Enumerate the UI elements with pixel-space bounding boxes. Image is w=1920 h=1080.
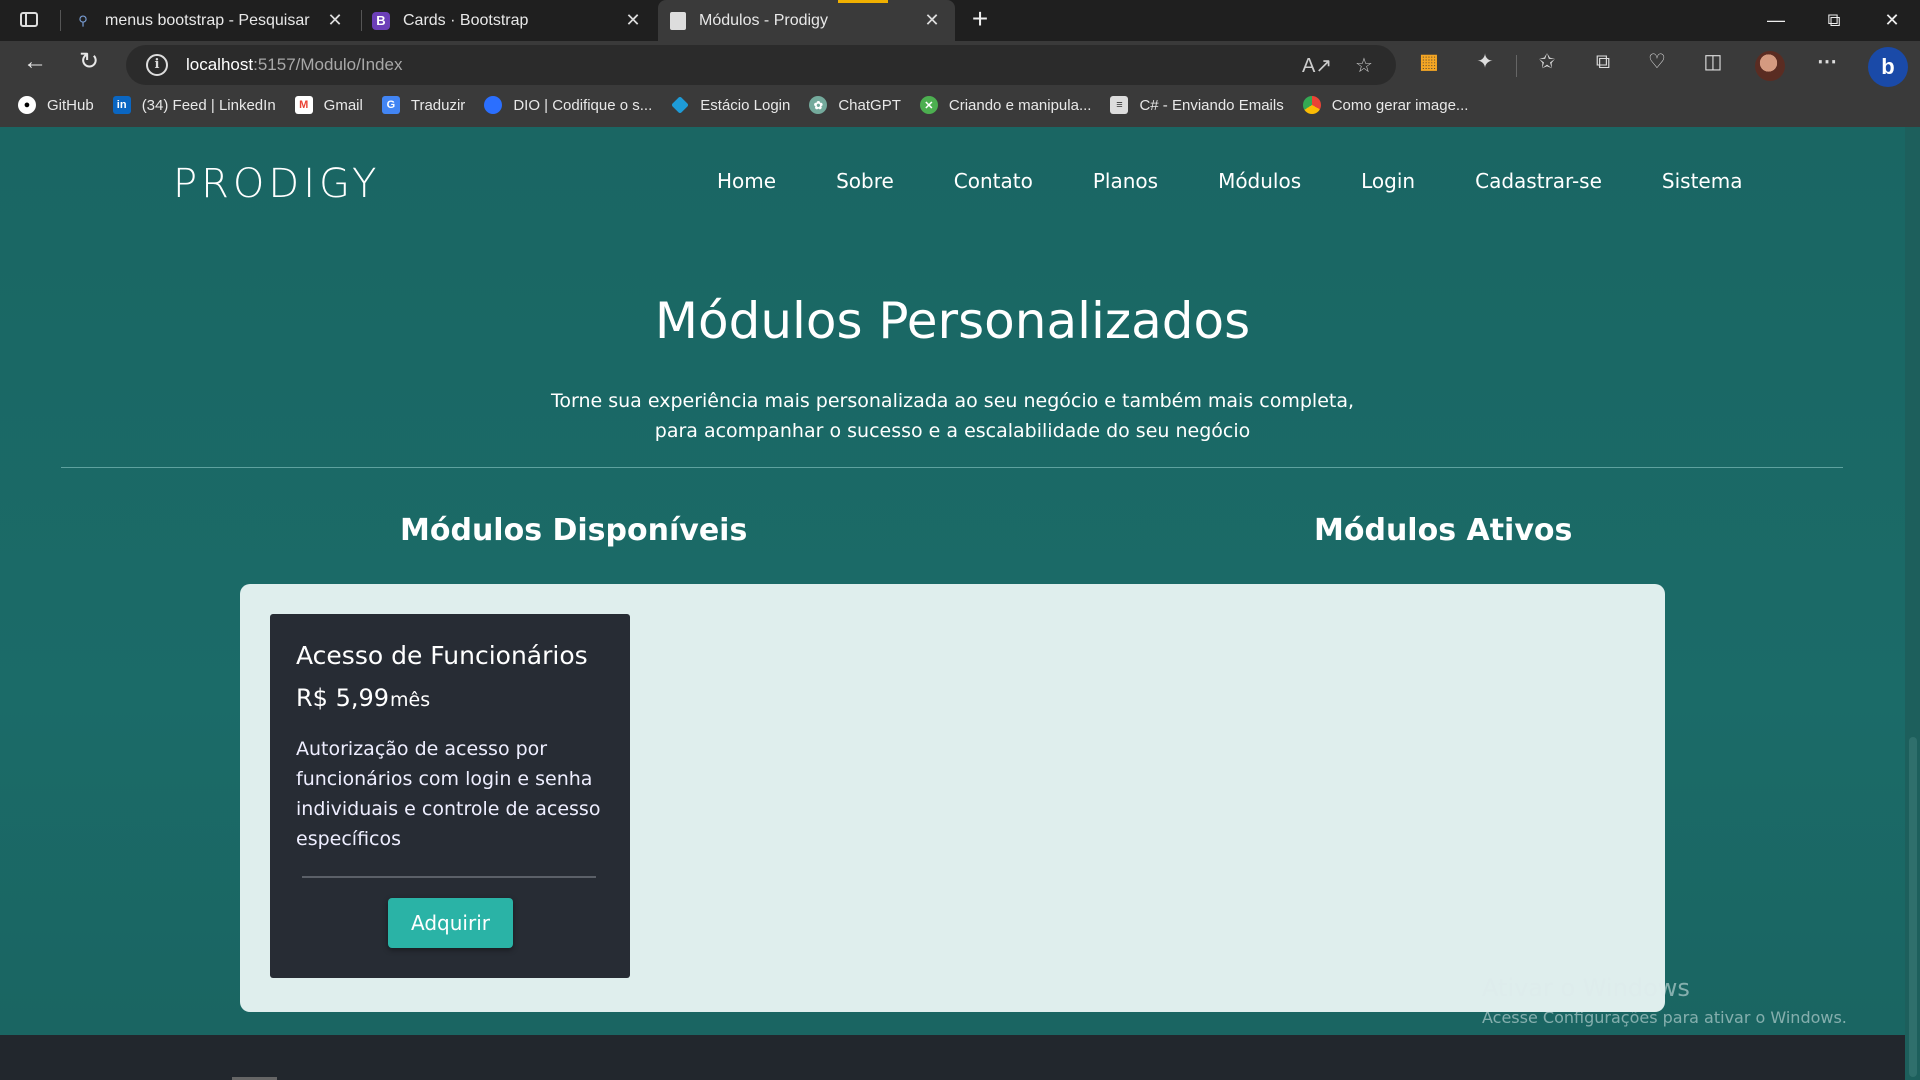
card-divider	[302, 876, 596, 878]
close-window-button[interactable]: ✕	[1872, 6, 1912, 34]
bootstrap-icon: B	[372, 11, 390, 30]
url-text[interactable]: localhost:5157/Modulo/Index	[186, 55, 402, 75]
back-button[interactable]: ←	[18, 45, 52, 79]
nav-sistema[interactable]: Sistema	[1662, 169, 1743, 193]
github-icon: ●	[18, 96, 36, 114]
available-modules-title: Módulos Disponíveis	[400, 513, 748, 548]
tab-separator	[60, 10, 61, 31]
page-scrollbar[interactable]	[1905, 127, 1920, 1080]
minimize-button[interactable]: —	[1756, 6, 1796, 34]
favorite-star-icon[interactable]: ☆	[1352, 54, 1376, 78]
active-modules-title: Módulos Ativos	[1314, 513, 1573, 548]
dio-icon	[484, 96, 503, 114]
nav-sobre[interactable]: Sobre	[836, 169, 894, 193]
tab-search[interactable]: ⚲ menus bootstrap - Pesquisar ✕	[74, 0, 358, 41]
page-subtitle: Torne sua experiência mais personalizada…	[550, 390, 1355, 442]
site-logo[interactable]: PRODIGY	[173, 161, 380, 207]
translate-icon: G	[381, 96, 400, 114]
page-icon	[670, 11, 686, 30]
favorites-icon[interactable]: ✩	[1532, 47, 1562, 77]
tab-accent	[838, 0, 888, 3]
collections-icon[interactable]: ⧉	[1588, 47, 1618, 77]
nav-contato[interactable]: Contato	[954, 169, 1033, 193]
bookmark-linkedin[interactable]: in (34) Feed | LinkedIn	[112, 96, 276, 114]
page-content: PRODIGY Home Sobre Contato Planos Módulo…	[0, 127, 1905, 1080]
close-icon[interactable]: ✕	[923, 11, 941, 29]
module-card-title: Acesso de Funcionários	[296, 641, 588, 670]
divider	[61, 467, 1843, 468]
nav-modulos[interactable]: Módulos	[1218, 169, 1301, 193]
tab-modulos[interactable]: Módulos - Prodigy ✕	[658, 0, 955, 41]
estacio-icon	[671, 96, 690, 114]
bookmark-criando[interactable]: ✕ Criando e manipula...	[919, 96, 1091, 114]
address-bar[interactable]: i localhost:5157/Modulo/Index A↗ ☆	[126, 45, 1396, 85]
site-info-icon[interactable]: i	[146, 54, 168, 76]
new-tab-button[interactable]: +	[966, 5, 994, 34]
chrome-icon	[1302, 96, 1321, 114]
bookmark-traduzir[interactable]: G Traduzir	[381, 96, 465, 114]
chatgpt-icon: ✿	[809, 96, 828, 114]
extensions-puzzle-icon[interactable]: ✦	[1470, 47, 1500, 77]
avatar[interactable]	[1755, 51, 1785, 81]
nav-login[interactable]: Login	[1361, 169, 1415, 193]
close-icon[interactable]: ✕	[326, 11, 344, 29]
tab-bootstrap[interactable]: B Cards · Bootstrap ✕	[372, 0, 656, 41]
browser-essentials-icon[interactable]: ♡	[1642, 47, 1672, 77]
main-nav: Home Sobre Contato Planos Módulos Login …	[717, 169, 1802, 193]
bookmark-chatgpt[interactable]: ✿ ChatGPT	[809, 96, 901, 114]
bookmark-estacio[interactable]: Estácio Login	[671, 96, 790, 114]
copilot-icon[interactable]: b	[1868, 47, 1908, 87]
search-icon: ⚲	[78, 12, 88, 28]
scrollbar-thumb[interactable]	[1909, 737, 1917, 1077]
linkedin-icon: in	[112, 96, 131, 114]
nav-home[interactable]: Home	[717, 169, 776, 193]
bookmark-gmail[interactable]: M Gmail	[294, 96, 363, 114]
refresh-button[interactable]: ↻	[72, 45, 106, 79]
modules-panel: Acesso de Funcionários R$ 5,99mês Autori…	[240, 584, 1665, 1012]
nav-cadastrar[interactable]: Cadastrar-se	[1475, 169, 1602, 193]
close-icon[interactable]: ✕	[624, 11, 642, 29]
windows-activation-watermark: Ativar o Windows Acesse Configurações pa…	[1482, 974, 1847, 1027]
bookmark-csharp[interactable]: ≡ C# - Enviando Emails	[1110, 96, 1284, 114]
tab-actions-icon[interactable]	[18, 9, 42, 31]
extension-icon[interactable]: ▦	[1414, 47, 1444, 77]
page-footer	[0, 1035, 1905, 1080]
browser-toolbar: ← ↻ i localhost:5157/Modulo/Index A↗ ☆ ▦…	[0, 41, 1920, 127]
acquire-button[interactable]: Adquirir	[388, 898, 513, 948]
toolbar-separator	[1516, 55, 1517, 77]
tab-strip: ⚲ menus bootstrap - Pesquisar ✕ B Cards …	[0, 0, 1920, 41]
module-card-description: Autorização de acesso por funcionários c…	[296, 738, 601, 850]
more-menu-icon[interactable]: ⋯	[1812, 47, 1842, 77]
criando-icon: ✕	[919, 96, 938, 114]
doc-icon: ≡	[1110, 96, 1129, 114]
page-title: Módulos Personalizados	[654, 292, 1251, 350]
bookmark-gerar-imagem[interactable]: Como gerar image...	[1302, 96, 1468, 114]
tab-separator	[361, 10, 362, 31]
bookmarks-bar: ● GitHub in (34) Feed | LinkedIn M Gmail GT…	[0, 86, 1920, 124]
bookmark-dio[interactable]: DIO | Codifique o s...	[484, 96, 652, 114]
read-aloud-icon[interactable]: A↗	[1302, 54, 1332, 78]
nav-planos[interactable]: Planos	[1093, 169, 1158, 193]
gmail-icon: M	[294, 96, 313, 114]
restore-button[interactable]: ⧉	[1814, 6, 1854, 34]
module-card-price: R$ 5,99mês	[296, 684, 431, 712]
module-card: Acesso de Funcionários R$ 5,99mês Autori…	[270, 614, 630, 978]
split-screen-icon[interactable]: ◫	[1698, 47, 1728, 77]
bookmark-github[interactable]: ● GitHub	[18, 96, 94, 114]
